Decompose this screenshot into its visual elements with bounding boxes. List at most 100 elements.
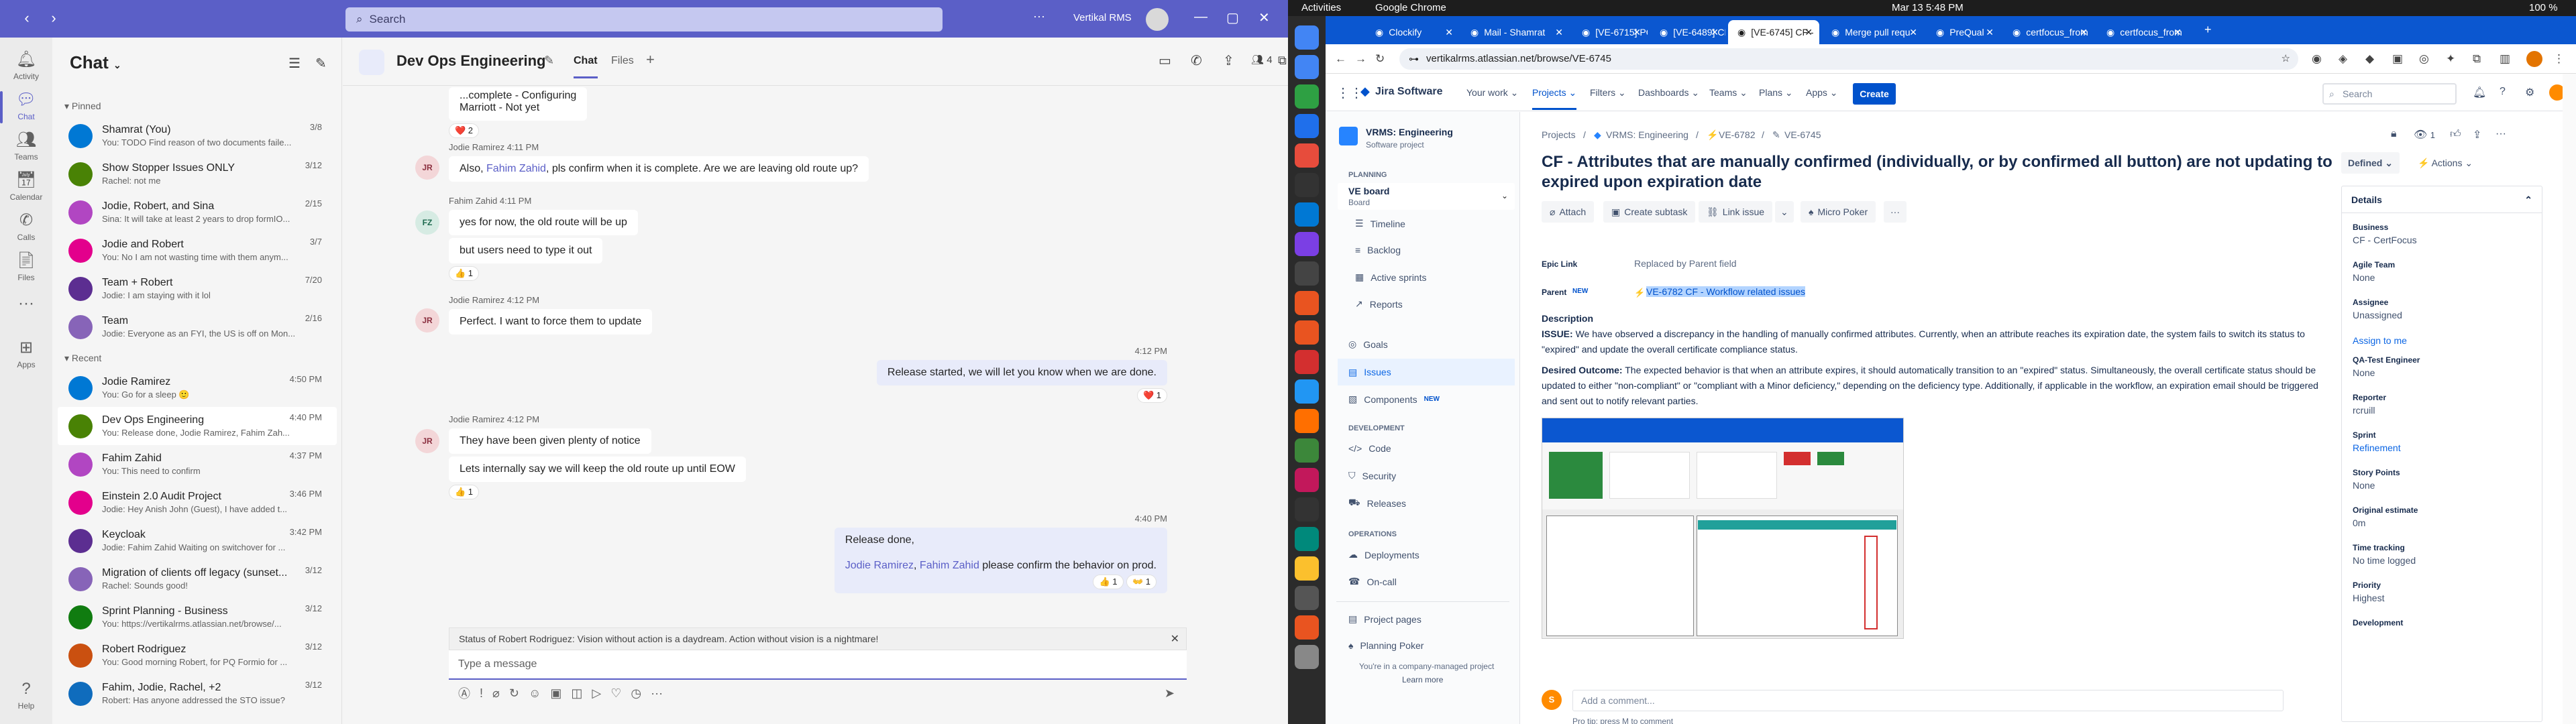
chat-list-item[interactable]: Keycloak Jodie: Fahim Zahid Waiting on sw… <box>58 522 337 560</box>
new-tab-icon[interactable]: + <box>2204 23 2212 37</box>
dock-app-icon[interactable] <box>1295 615 1319 640</box>
dock-app-icon[interactable] <box>1295 291 1319 315</box>
forward-arrow-icon[interactable]: › <box>39 9 68 27</box>
extension-icon[interactable]: ▣ <box>2392 52 2403 66</box>
close-tab-icon[interactable]: ✕ <box>2080 27 2088 38</box>
thumbs-up-reaction[interactable]: 👍 1 <box>1093 575 1124 589</box>
dock-app-icon[interactable] <box>1295 379 1319 404</box>
sidepanel-icon[interactable]: ▥ <box>2500 52 2510 66</box>
chat-list-item[interactable]: Show Stopper Issues ONLY Rachel: not me 3/… <box>58 155 337 193</box>
browser-tab[interactable]: ◉ Merge pull requ ✕ <box>1822 20 1924 44</box>
thumbs-up-reaction[interactable]: 👍 1 <box>449 266 480 281</box>
sidebar-item-goals[interactable]: ◎ Goals <box>1348 339 1388 350</box>
video-call-icon[interactable]: ▭ <box>1159 52 1171 69</box>
gif-icon[interactable]: ▣ <box>550 686 561 701</box>
tab-chat[interactable]: Chat <box>574 55 598 78</box>
chat-list-item[interactable]: Sprint Planning - Business You: https://v… <box>58 598 337 636</box>
close-tab-icon[interactable]: ✕ <box>1805 27 1813 38</box>
close-icon[interactable]: ✕ <box>1258 9 1270 26</box>
project-name[interactable]: VRMS: Engineering <box>1366 127 1453 137</box>
tab-files[interactable]: Files <box>611 55 634 67</box>
chat-list-item[interactable]: Team Jodie: Everyone as an FYI, the US is… <box>58 308 337 346</box>
comment-input[interactable]: Add a comment... <box>1572 690 2284 711</box>
extension-icon[interactable]: ◈ <box>2339 52 2347 66</box>
field-value[interactable]: Highest <box>2353 593 2384 603</box>
browser-tab[interactable]: ◉ PreQual ✕ <box>1927 20 2000 44</box>
dock-app-icon[interactable] <box>1295 350 1319 374</box>
dock-app-icon[interactable] <box>1295 173 1319 197</box>
product-name[interactable]: Jira Software <box>1375 86 1442 98</box>
hands-reaction[interactable]: 👐 1 <box>1126 575 1157 589</box>
extension-icon[interactable]: ◉ <box>2312 52 2322 66</box>
send-icon[interactable]: ➤ <box>1165 686 1175 701</box>
chat-list-item[interactable]: Einstein 2.0 Audit Project Jodie: Hey Ani… <box>58 483 337 522</box>
edit-icon[interactable]: ✎ <box>544 54 554 68</box>
extensions-puzzle-icon[interactable]: ⧉ <box>2473 52 2481 66</box>
chat-list-item[interactable]: Team + Robert Jodie: I am staying with it… <box>58 269 337 308</box>
new-chat-icon[interactable]: ✎ <box>315 55 327 72</box>
dock-app-icon[interactable] <box>1295 25 1319 50</box>
add-tab-icon[interactable]: + <box>646 51 655 68</box>
sidebar-item-reports[interactable]: ↗ Reports <box>1355 298 1403 310</box>
dock-app-icon[interactable] <box>1295 645 1319 669</box>
dock-app-icon[interactable] <box>1295 409 1319 433</box>
nav-your-work[interactable]: Your work ⌄ <box>1466 87 1518 99</box>
screen-share-icon[interactable]: ⇪ <box>1223 52 1234 69</box>
dock-app-icon[interactable] <box>1295 438 1319 463</box>
status-dropdown[interactable]: Defined ⌄ <box>2341 152 2400 174</box>
chrome-menu-icon[interactable]: ⋮ <box>2553 52 2565 66</box>
browser-tab[interactable]: ◉[VE-6489] CF W✕ <box>1650 20 1725 44</box>
browser-tab[interactable]: ◉ certfocus_from ✕ <box>2003 20 2094 44</box>
breadcrumb-issue[interactable]: VE-6745 <box>1784 129 1821 140</box>
browser-tab[interactable]: ◉ Clockify ✕ <box>1366 20 1460 44</box>
close-tab-icon[interactable]: ✕ <box>1445 27 1453 38</box>
chat-list-item[interactable]: Jodie and Robert You: No I am not wasting… <box>58 231 337 269</box>
dock-app-icon[interactable] <box>1295 556 1319 581</box>
create-subtask-button[interactable]: ▣ Create subtask <box>1603 201 1696 223</box>
priority-icon[interactable]: ! <box>480 686 483 701</box>
heart-reaction[interactable]: ❤️ 2 <box>449 123 480 138</box>
sidebar-item-backlog[interactable]: ≡ Backlog <box>1355 245 1401 255</box>
maximize-icon[interactable]: ▢ <box>1226 9 1239 26</box>
chat-list-item[interactable]: Fahim, Jodie, Rachel, +2 Robert: Has anyo… <box>58 674 337 713</box>
breadcrumb-project[interactable]: VRMS: Engineering <box>1606 129 1688 140</box>
parent-value[interactable]: VE-6782 CF - Workflow related issues <box>1646 286 1806 297</box>
chat-list-item[interactable]: Dev Ops Engineering You: Release done, Jo… <box>58 407 337 445</box>
minimize-icon[interactable]: — <box>1194 9 1208 25</box>
chat-list-item[interactable]: Robert Rodriguez You: Good morning Robert… <box>58 636 337 674</box>
rail-help[interactable]: ? Help <box>0 674 52 721</box>
dock-app-icon[interactable] <box>1295 527 1319 551</box>
back-arrow-icon[interactable]: ‹ <box>12 9 42 27</box>
activities-button[interactable]: Activities <box>1301 2 1341 13</box>
rail-more[interactable]: ··· <box>0 289 52 336</box>
attached-screenshot[interactable] <box>1542 418 1904 639</box>
link-dropdown-button[interactable]: ⌄ <box>1775 201 1794 223</box>
active-app-label[interactable]: Google Chrome <box>1375 2 1446 13</box>
popout-icon[interactable]: ⧉ <box>1278 54 1287 68</box>
field-value[interactable]: 0m <box>2353 518 2365 528</box>
app-switcher-icon[interactable]: ⋮⋮ <box>1336 84 1363 101</box>
more-actions-button[interactable]: ··· <box>1884 201 1907 223</box>
sidebar-item-code[interactable]: </> Code <box>1348 443 1391 454</box>
close-tab-icon[interactable]: ✕ <box>1555 27 1563 38</box>
user-avatar[interactable] <box>1146 8 1169 31</box>
dock-app-icon[interactable] <box>1295 261 1319 286</box>
sidebar-item-components[interactable]: ▧ Components NEW <box>1348 394 1440 405</box>
audio-call-icon[interactable]: ✆ <box>1191 52 1202 69</box>
field-value[interactable]: rcruill <box>2353 405 2375 416</box>
sidebar-item-planning-poker[interactable]: ♠ Planning Poker <box>1348 640 1424 651</box>
participants-button[interactable]: 👥︎ 4 <box>1251 54 1273 66</box>
jira-search-input[interactable]: ⌕ Search <box>2322 83 2457 105</box>
like-icon[interactable]: 👍︎ <box>2450 128 2461 141</box>
mention[interactable]: Fahim Zahid <box>486 163 546 174</box>
star-icon[interactable]: ☆ <box>2282 52 2290 64</box>
nav-projects[interactable]: Projects ⌄ <box>1532 87 1577 110</box>
sidebar-item-on-call[interactable]: ☎ On-call <box>1348 576 1397 587</box>
help-icon[interactable]: ? <box>2500 86 2506 98</box>
rail-files[interactable]: 📄︎ Files <box>0 245 52 292</box>
browser-tab[interactable]: ◉ Mail - Shamrat ✕ <box>1461 20 1570 44</box>
mention[interactable]: Fahim Zahid <box>920 560 979 571</box>
description[interactable]: ISSUE: We have observed a discrepancy in… <box>1542 326 2320 409</box>
schedule-icon[interactable]: ◷ <box>631 686 641 701</box>
sticker-icon[interactable]: ◫ <box>571 686 582 701</box>
